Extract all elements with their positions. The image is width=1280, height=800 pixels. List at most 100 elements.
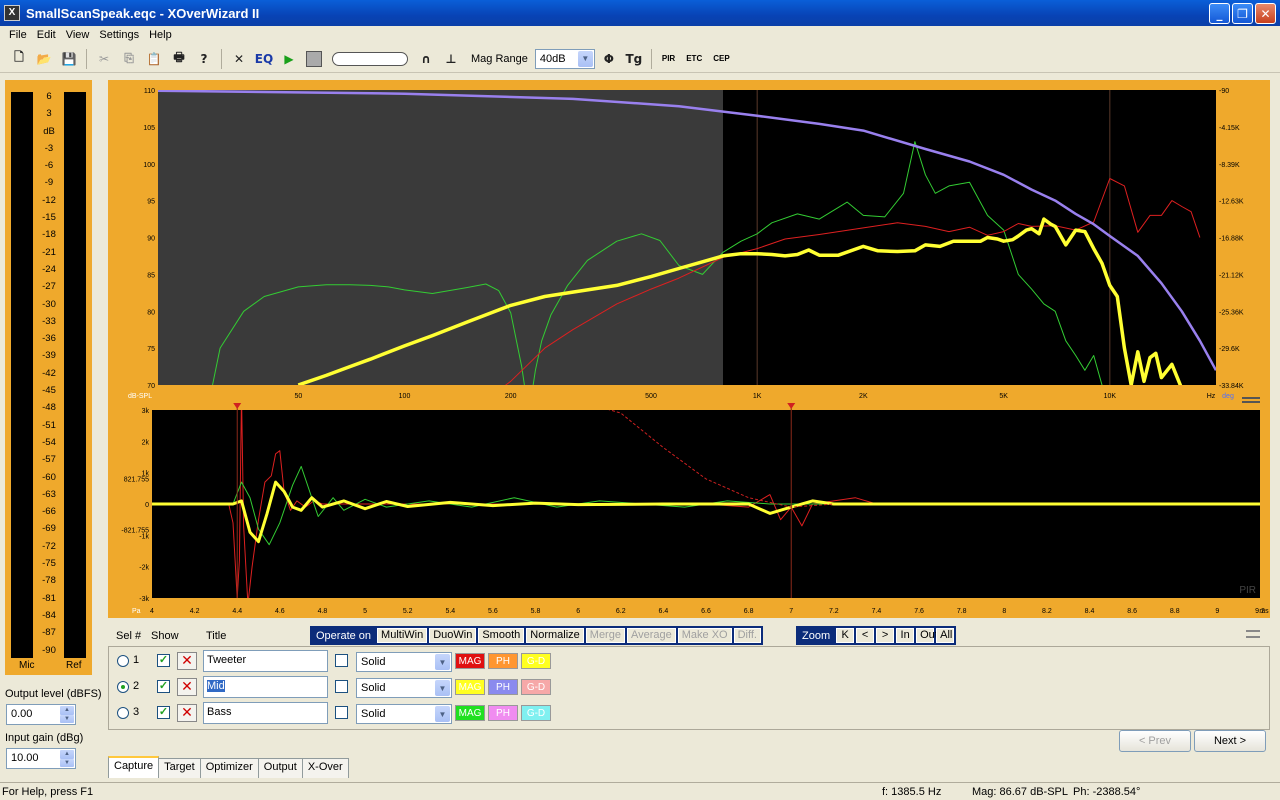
x-tick-label: 6 bbox=[576, 608, 580, 615]
menu-edit[interactable]: Edit bbox=[32, 29, 61, 41]
spin-down-icon[interactable]: ▼ bbox=[60, 758, 74, 767]
x-tick-label: 8.8 bbox=[1170, 608, 1180, 615]
tab-optimizer[interactable]: Optimizer bbox=[199, 758, 259, 778]
line-style-select[interactable]: Solid ▼ bbox=[356, 678, 452, 698]
input-gain-spinner[interactable]: 10.00 ▲ ▼ bbox=[6, 748, 76, 769]
mag-range-select[interactable]: 40dB ▼ bbox=[534, 48, 595, 69]
spin-up-icon[interactable]: ▲ bbox=[60, 750, 74, 759]
delete-icon[interactable]: ✕ bbox=[177, 704, 197, 722]
tab-target[interactable]: Target bbox=[158, 758, 201, 778]
meter-scale-tick: -3 bbox=[44, 142, 54, 154]
color-swatch-mag[interactable]: MAG bbox=[455, 679, 485, 695]
average-button[interactable]: Average bbox=[626, 628, 676, 643]
color-swatch-g-d[interactable]: G-D bbox=[521, 679, 551, 695]
pir-button[interactable]: PIR bbox=[658, 54, 679, 63]
curve-icon[interactable]: ∩ bbox=[415, 48, 437, 70]
y-tick-label: 85 bbox=[147, 272, 155, 279]
y2-tick-label: -33.84K bbox=[1219, 383, 1244, 390]
next-button[interactable]: Next > bbox=[1194, 730, 1266, 752]
tab-output[interactable]: Output bbox=[257, 758, 303, 778]
x-tick-label: 4.6 bbox=[275, 608, 285, 615]
color-swatch-mag[interactable]: MAG bbox=[455, 705, 485, 721]
tools-icon[interactable]: ✕ bbox=[228, 48, 250, 70]
color-swatch-ph[interactable]: PH bbox=[488, 679, 518, 695]
color-swatch-ph[interactable]: PH bbox=[488, 705, 518, 721]
print-icon[interactable]: 🖶 bbox=[168, 48, 190, 70]
tab-x-over[interactable]: X-Over bbox=[301, 758, 349, 778]
zoom-all-button[interactable]: All bbox=[936, 628, 955, 643]
zoom-k-button[interactable]: K bbox=[836, 628, 855, 643]
meter-scale-tick: -30 bbox=[42, 298, 56, 310]
tab-capture[interactable]: Capture bbox=[108, 756, 160, 778]
output-level-spinner[interactable]: 0.00 ▲ ▼ bbox=[6, 704, 76, 725]
close-button[interactable]: ✕ bbox=[1255, 3, 1276, 24]
select-radio[interactable] bbox=[117, 707, 129, 719]
cep-button[interactable]: CEP bbox=[709, 54, 733, 63]
eq-button[interactable]: EQ bbox=[253, 48, 275, 70]
menu-view[interactable]: View bbox=[61, 29, 95, 41]
show-checkbox[interactable]: ✓ bbox=[157, 706, 170, 719]
charts-svg[interactable]: 110105100959085807570-90-4.15K-8.39K-12.… bbox=[108, 80, 1270, 618]
line-style-select[interactable]: Solid ▼ bbox=[356, 704, 452, 724]
spin-up-icon[interactable]: ▲ bbox=[60, 706, 74, 715]
select-radio[interactable] bbox=[117, 681, 129, 693]
line-style-select[interactable]: Solid ▼ bbox=[356, 652, 452, 672]
open-folder-icon[interactable]: 📂 bbox=[33, 48, 55, 70]
zoom-in-button[interactable]: In bbox=[896, 628, 915, 643]
context-help-icon[interactable]: ? bbox=[193, 48, 215, 70]
x-tick-label: 4.2 bbox=[190, 608, 200, 615]
normalize-button[interactable]: Normalize bbox=[526, 628, 584, 643]
color-swatch-g-d[interactable]: G-D bbox=[521, 705, 551, 721]
select-radio[interactable] bbox=[117, 655, 129, 667]
x-tick-label: 8.2 bbox=[1042, 608, 1052, 615]
x-tick-label: 4.8 bbox=[318, 608, 328, 615]
zoom-out-button[interactable]: Out bbox=[916, 628, 938, 643]
delete-icon[interactable]: ✕ bbox=[177, 678, 197, 696]
color-swatch-mag[interactable]: MAG bbox=[455, 653, 485, 669]
cut-icon[interactable]: ✂ bbox=[93, 48, 115, 70]
copy-icon[interactable]: ⎘ bbox=[118, 48, 140, 70]
menu-file[interactable]: File bbox=[4, 29, 32, 41]
diff-button[interactable]: Diff. bbox=[733, 628, 761, 643]
multiwin-button[interactable]: MultiWin bbox=[377, 628, 428, 643]
maximize-button[interactable]: ❐ bbox=[1232, 3, 1253, 24]
color-swatch-ph[interactable]: PH bbox=[488, 653, 518, 669]
phase-button[interactable]: Φ bbox=[598, 48, 620, 70]
zoom-left-button[interactable]: < bbox=[856, 628, 875, 643]
prev-button[interactable]: < Prev bbox=[1119, 730, 1191, 752]
option-checkbox[interactable] bbox=[335, 680, 348, 693]
group-delay-button[interactable]: Tg bbox=[623, 48, 645, 70]
spin-down-icon[interactable]: ▼ bbox=[60, 714, 74, 723]
make-xo-button[interactable]: Make XO bbox=[677, 628, 732, 643]
merge-button[interactable]: Merge bbox=[585, 628, 625, 643]
minimize-button[interactable]: _ bbox=[1209, 3, 1230, 24]
curve-title-input[interactable]: Bass bbox=[203, 702, 328, 724]
curve-title-input[interactable]: Tweeter bbox=[203, 650, 328, 672]
smooth-button[interactable]: Smooth bbox=[478, 628, 525, 643]
paste-icon[interactable]: 📋 bbox=[143, 48, 165, 70]
show-checkbox[interactable]: ✓ bbox=[157, 680, 170, 693]
curve-title-input[interactable]: Mid bbox=[203, 676, 328, 698]
stop-icon[interactable] bbox=[303, 48, 325, 70]
new-file-icon[interactable]: 🗋 bbox=[8, 48, 30, 70]
show-checkbox[interactable]: ✓ bbox=[157, 654, 170, 667]
zoom-right-button[interactable]: > bbox=[876, 628, 895, 643]
shaded-region bbox=[158, 90, 723, 385]
etc-button[interactable]: ETC bbox=[682, 54, 706, 63]
color-swatch-g-d[interactable]: G-D bbox=[521, 653, 551, 669]
impulse-icon[interactable]: ⊥ bbox=[440, 48, 462, 70]
save-icon[interactable]: 💾 bbox=[58, 48, 80, 70]
meter-scale-tick: -69 bbox=[42, 523, 56, 535]
chart-panel: 110 105 100 95 90 85 80 75 70 -90 -4.15K -8.39K -12.… bbox=[108, 80, 1270, 618]
duowin-button[interactable]: DuoWin bbox=[429, 628, 477, 643]
option-checkbox[interactable] bbox=[335, 706, 348, 719]
play-icon[interactable]: ▶ bbox=[278, 48, 300, 70]
input-gain-value: 10.00 bbox=[11, 752, 39, 764]
option-checkbox[interactable] bbox=[335, 654, 348, 667]
meter-scale-tick: -75 bbox=[42, 558, 56, 570]
y-tick-label: 2k bbox=[142, 439, 150, 446]
panel-grip[interactable] bbox=[1246, 630, 1260, 638]
menu-settings[interactable]: Settings bbox=[94, 29, 144, 41]
delete-icon[interactable]: ✕ bbox=[177, 652, 197, 670]
menu-help[interactable]: Help bbox=[144, 29, 177, 41]
